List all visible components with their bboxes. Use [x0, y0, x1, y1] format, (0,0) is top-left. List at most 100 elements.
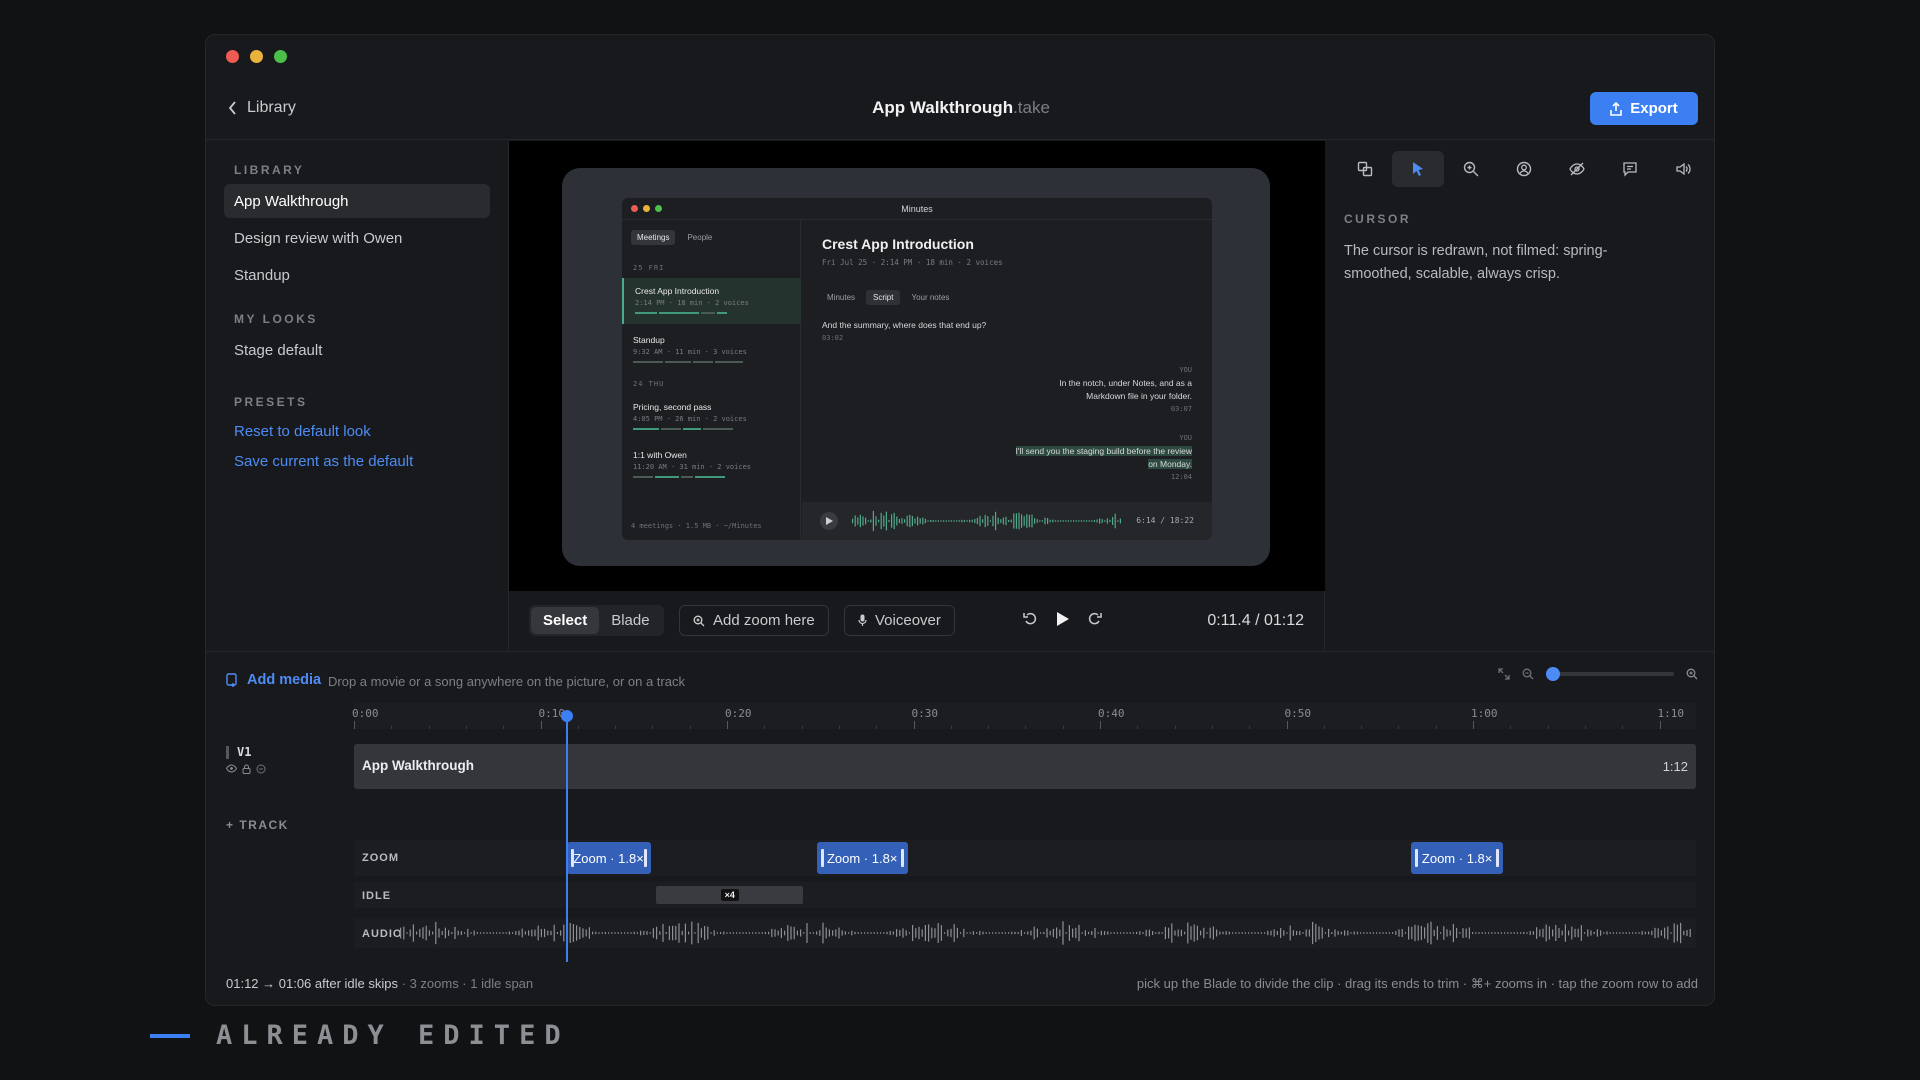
- waveform-bar: [1673, 923, 1675, 943]
- waveform-bar: [736, 932, 738, 934]
- skip-forward-icon[interactable]: [1087, 611, 1102, 626]
- audio-lane[interactable]: AUDIO: [354, 918, 1696, 948]
- add-track-button[interactable]: + TRACK: [226, 818, 289, 832]
- waveform-bar: [425, 925, 427, 941]
- cursor-tool-button[interactable]: [1392, 151, 1444, 187]
- reset-default-look-link[interactable]: Reset to default look: [234, 423, 371, 440]
- waveform-bar: [1564, 924, 1566, 942]
- preview-tab-meetings: Meetings: [631, 230, 676, 245]
- video-clip[interactable]: App Walkthrough 1:12: [354, 744, 1696, 789]
- waveform-bar: [1101, 519, 1103, 523]
- zoom-block[interactable]: Zoom · 1.8×: [816, 842, 908, 874]
- waveform-bar: [896, 929, 898, 937]
- waveform-bar: [937, 520, 939, 522]
- day-label: 24 THU: [633, 380, 665, 388]
- waveform-bar: [1523, 931, 1525, 935]
- waveform-bar: [1542, 928, 1544, 938]
- eye-icon[interactable]: [226, 764, 237, 773]
- waveform-bar: [588, 927, 590, 939]
- zoom-in-icon[interactable]: [1686, 668, 1698, 680]
- traffic-lights: [226, 50, 287, 63]
- minimize-window-button[interactable]: [250, 50, 263, 63]
- waveform-bar: [1504, 932, 1506, 934]
- waveform-bar: [643, 931, 645, 935]
- sidebar-item-standup[interactable]: Standup: [224, 258, 490, 292]
- meeting-detail: Crest App Introduction Fri Jul 25 · 2:14…: [802, 220, 1212, 540]
- caption-tool-button[interactable]: [1604, 151, 1656, 187]
- waveform-bar: [1010, 519, 1012, 523]
- layout-tool-button[interactable]: [1339, 151, 1391, 187]
- waveform-bar: [1651, 930, 1653, 936]
- play-icon[interactable]: [1056, 611, 1069, 626]
- waveform-bar: [924, 518, 926, 524]
- waveform-bar: [496, 932, 498, 934]
- mute-icon[interactable]: [256, 764, 266, 774]
- waveform-bar: [1433, 929, 1435, 937]
- zoom-lane[interactable]: ZOOM Zoom · 1.8× Zoom · 1.8× Zoom · 1.8×: [354, 840, 1696, 876]
- export-button[interactable]: Export: [1590, 92, 1698, 125]
- waveform-bar: [1500, 932, 1502, 934]
- waveform-bar: [1676, 924, 1678, 942]
- add-media-hint: Drop a movie or a song anywhere on the p…: [328, 674, 685, 689]
- add-media-button[interactable]: Add media: [226, 672, 321, 688]
- sidebar-item-app-walkthrough[interactable]: App Walkthrough: [224, 184, 490, 218]
- timeline-ruler[interactable]: 0:00 0:10 0:20 0:30 0:40 0:50 1:00 1:10: [352, 703, 1696, 729]
- playhead[interactable]: [560, 710, 573, 962]
- waveform-bar: [1062, 520, 1064, 522]
- waveform-bar: [464, 932, 466, 934]
- camera-tool-button[interactable]: [1498, 151, 1550, 187]
- idle-lane[interactable]: IDLE ×4: [354, 882, 1696, 908]
- zoom-out-icon[interactable]: [1522, 668, 1534, 680]
- timeline-zoom-slider[interactable]: [1546, 667, 1674, 681]
- zoom-block[interactable]: Zoom · 1.8×: [566, 842, 651, 874]
- audio-tool-button[interactable]: [1657, 151, 1709, 187]
- waveform-bar: [1283, 930, 1285, 936]
- waveform-bar: [1013, 513, 1015, 529]
- idle-span[interactable]: ×4: [656, 886, 804, 904]
- slider-knob[interactable]: [1546, 667, 1561, 681]
- fit-icon[interactable]: [1498, 668, 1510, 680]
- preview-stage[interactable]: Minutes Meetings People 25 FRI Crest App…: [509, 141, 1325, 591]
- waveform-bar: [1000, 519, 1002, 523]
- select-mode-button[interactable]: Select: [531, 607, 600, 634]
- waveform-bar: [1132, 932, 1134, 934]
- sidebar-item-stage-default[interactable]: Stage default: [224, 333, 490, 367]
- voiceover-button[interactable]: Voiceover: [844, 605, 955, 636]
- lock-icon[interactable]: [242, 764, 251, 774]
- skip-back-icon[interactable]: [1023, 611, 1038, 626]
- sidebar-heading-presets: PRESETS: [234, 395, 308, 409]
- zoom-block[interactable]: Zoom · 1.8×: [1411, 842, 1503, 874]
- waveform-bar: [518, 930, 520, 936]
- waveform-bar: [656, 926, 658, 940]
- waveform-bar: [1264, 932, 1266, 934]
- sidebar-item-design-review[interactable]: Design review with Owen: [224, 221, 490, 255]
- waveform-bar: [1193, 924, 1195, 942]
- waveform-bar: [1068, 925, 1070, 941]
- waveform-bar: [774, 929, 776, 937]
- zoom-window-button[interactable]: [274, 50, 287, 63]
- waveform-bar: [1257, 932, 1259, 934]
- waveform-bar: [998, 932, 1000, 934]
- waveform-bar: [1286, 932, 1288, 934]
- waveform-bar: [1152, 931, 1154, 935]
- waveform-bar: [984, 514, 986, 528]
- waveform-bar: [1155, 932, 1157, 934]
- zoom-tool-button[interactable]: [1445, 151, 1497, 187]
- blade-mode-button[interactable]: Blade: [599, 607, 661, 634]
- waveform-bar: [460, 931, 462, 935]
- waveform-bar: [1049, 930, 1051, 936]
- waveform-bar: [1484, 932, 1486, 934]
- ruler-minor-tick: [764, 726, 766, 729]
- close-window-button[interactable]: [226, 50, 239, 63]
- waveform-bar: [1084, 930, 1086, 936]
- waveform-bar: [1228, 931, 1230, 935]
- ruler-minor-tick: [503, 726, 505, 729]
- ruler-minor-tick: [1249, 726, 1251, 729]
- waveform-bar: [684, 923, 686, 943]
- waveform-bar: [961, 519, 963, 523]
- hide-tool-button[interactable]: [1551, 151, 1603, 187]
- waveform-bar: [1222, 931, 1224, 935]
- add-zoom-button[interactable]: Add zoom here: [679, 605, 829, 636]
- save-as-default-link[interactable]: Save current as the default: [234, 453, 413, 470]
- waveform-bar: [534, 929, 536, 937]
